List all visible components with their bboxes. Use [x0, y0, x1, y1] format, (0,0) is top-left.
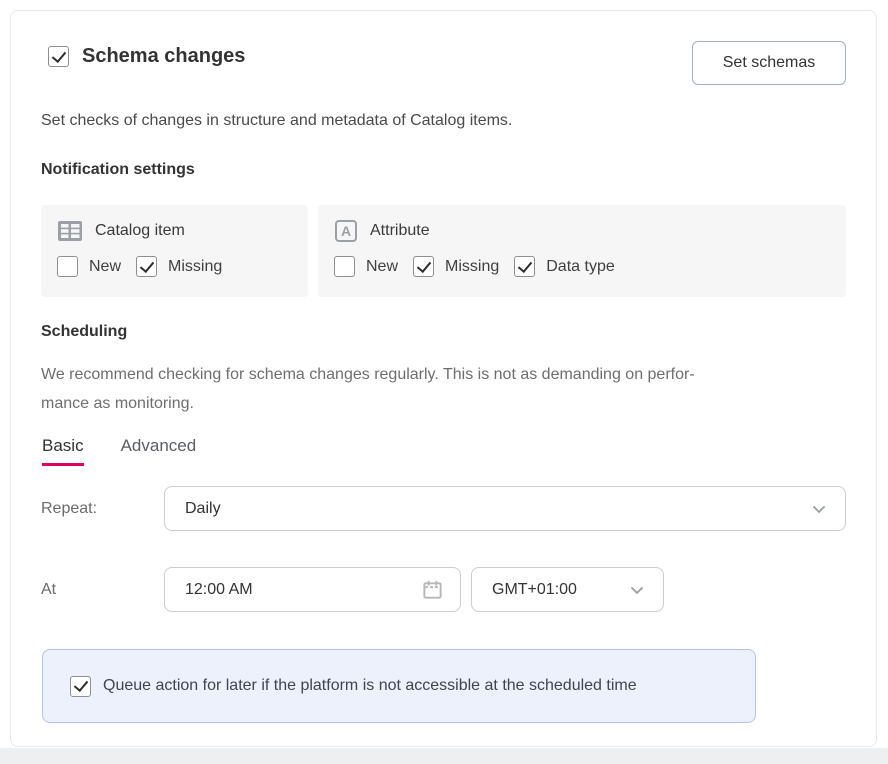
page-title: Schema changes: [82, 45, 245, 68]
attribute-card: A Attribute New Missing Data type: [318, 205, 846, 297]
panel-header: Schema changes: [48, 45, 245, 68]
table-icon: [57, 219, 83, 243]
repeat-select-value: Daily: [185, 500, 809, 518]
timezone-select[interactable]: GMT+01:00: [471, 567, 664, 612]
checkbox-label: Missing: [168, 258, 222, 276]
set-schemas-button[interactable]: Set schemas: [692, 41, 846, 85]
checkbox-label: Missing: [445, 258, 499, 276]
checkbox-attribute-data-type[interactable]: [514, 256, 535, 277]
card-title: Attribute: [370, 222, 430, 240]
card-title: Catalog item: [95, 222, 185, 240]
chevron-down-icon: [809, 499, 829, 519]
scheduling-description-line1: We recommend checking for schema changes…: [41, 360, 695, 389]
checkbox-catalog-new[interactable]: [57, 256, 78, 277]
queue-action-label: Queue action for later if the platform i…: [103, 677, 637, 695]
repeat-label: Repeat:: [41, 486, 97, 531]
tab-advanced[interactable]: Advanced: [121, 436, 197, 466]
tab-basic[interactable]: Basic: [42, 436, 84, 466]
timezone-select-value: GMT+01:00: [492, 581, 627, 599]
chevron-down-icon: [627, 580, 647, 600]
scheduling-description-line2: mance as monitoring.: [41, 389, 695, 418]
calendar-icon: [421, 578, 444, 601]
notification-settings-heading: Notification settings: [41, 161, 195, 179]
at-label: At: [41, 567, 56, 612]
checkbox-label: New: [89, 258, 121, 276]
checkbox-attribute-missing[interactable]: [413, 256, 434, 277]
scheduling-description: We recommend checking for schema changes…: [41, 360, 695, 418]
time-input-value: 12:00 AM: [185, 581, 421, 599]
repeat-select[interactable]: Daily: [164, 486, 846, 531]
queue-action-checkbox[interactable]: [70, 676, 91, 697]
letter-a-icon: A: [334, 219, 358, 243]
catalog-item-card: Catalog item New Missing: [41, 205, 308, 297]
panel-description: Set checks of changes in structure and m…: [41, 112, 512, 130]
time-input[interactable]: 12:00 AM: [164, 567, 461, 612]
scheduling-heading: Scheduling: [41, 323, 127, 341]
svg-text:A: A: [341, 223, 351, 239]
checkbox-label: New: [366, 258, 398, 276]
scheduling-tabs: Basic Advanced: [42, 436, 196, 466]
schema-changes-panel: Schema changes Set schemas Set checks of…: [10, 10, 877, 747]
checkbox-label: Data type: [546, 258, 614, 276]
schema-changes-checkbox[interactable]: [48, 46, 69, 67]
page-background-strip: [0, 748, 888, 764]
queue-action-notice: Queue action for later if the platform i…: [42, 649, 756, 723]
checkbox-catalog-missing[interactable]: [136, 256, 157, 277]
checkbox-attribute-new[interactable]: [334, 256, 355, 277]
